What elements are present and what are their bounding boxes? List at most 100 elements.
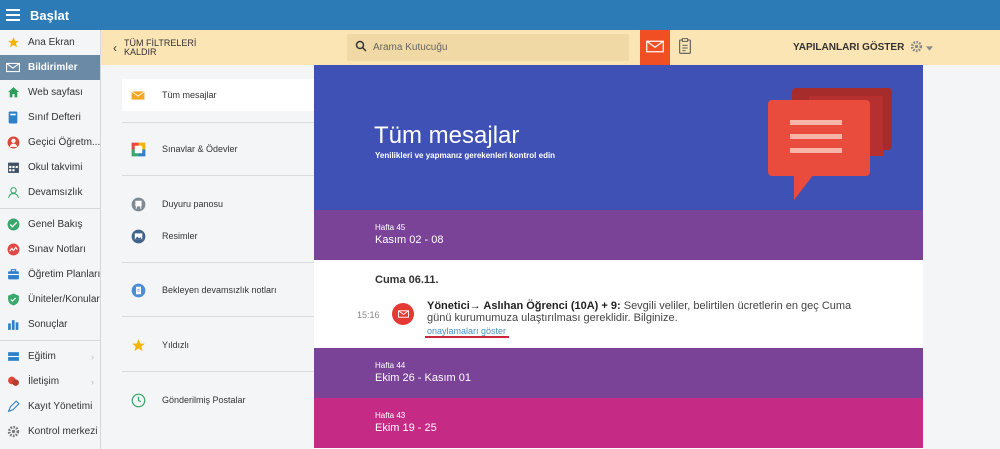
week-header-45[interactable]: Hafta 45 Kasım 02 - 08 bbox=[314, 210, 923, 260]
page-subtitle: Yenilikleri ve yapmanız gerekenleri kont… bbox=[375, 151, 556, 160]
sidebar-item-label: Sınıf Defteri bbox=[28, 112, 81, 123]
show-confirmations-link[interactable]: onaylamaları göster bbox=[427, 326, 506, 336]
week-number: Hafta 45 bbox=[375, 223, 406, 232]
sidebar-item-okul-takvimi[interactable]: Okul takvimi bbox=[0, 155, 100, 180]
sidebar-item-web-sayfasi[interactable]: Web sayfası bbox=[0, 80, 100, 105]
folder-bekleyen-devamsizlik[interactable]: Bekleyen devamsızlık notları bbox=[101, 274, 314, 306]
hamburger-menu-icon[interactable] bbox=[6, 0, 28, 30]
messages-tab[interactable] bbox=[640, 30, 670, 65]
remove-all-filters-button[interactable]: ‹ TÜM FİLTRELERİ KALDIR bbox=[101, 30, 206, 65]
sidebar-divider bbox=[0, 340, 100, 341]
sidebar-item-egitim[interactable]: Eğitim › bbox=[0, 344, 100, 369]
sidebar-item-kayit-yonetimi[interactable]: Kayıt Yönetimi bbox=[0, 394, 100, 419]
message-item[interactable]: Yönetici→ Aslıhan Öğrenci (10A) + 9: Sev… bbox=[427, 300, 857, 324]
show-completed-button[interactable]: YAPILANLARI GÖSTER bbox=[793, 30, 904, 65]
sidebar-item-uniteler-konular[interactable]: Üniteler/Konular bbox=[0, 287, 100, 312]
week-number: Hafta 44 bbox=[375, 361, 406, 370]
sidebar-item-kontrol-merkezi[interactable]: Kontrol merkezi bbox=[0, 419, 100, 444]
home-icon bbox=[6, 86, 20, 100]
sidebar-item-devamsizlik[interactable]: Devamsızlık bbox=[0, 180, 100, 205]
briefcase-icon bbox=[6, 268, 20, 282]
folder-label: Yıldızlı bbox=[162, 340, 190, 350]
sidebar-item-sinav-notlari[interactable]: Sınav Notları bbox=[0, 237, 100, 262]
search-icon bbox=[355, 40, 367, 55]
sidebar-item-genel-bakis[interactable]: Genel Bakış bbox=[0, 212, 100, 237]
folder-label: Gönderilmiş Postalar bbox=[162, 395, 246, 405]
sent-clock-icon bbox=[130, 392, 146, 408]
right-margin bbox=[923, 65, 1000, 449]
tasks-tab[interactable] bbox=[670, 30, 700, 65]
image-icon bbox=[130, 228, 146, 244]
sidebar-item-label: Web sayfası bbox=[28, 87, 83, 98]
sidebar-item-ogretim-planlari[interactable]: Öğretim Planları bbox=[0, 262, 100, 287]
week-header-43[interactable]: Hafta 43 Ekim 19 - 25 bbox=[314, 398, 923, 448]
clipboard-icon bbox=[679, 38, 691, 57]
hero-banner: Tüm mesajlar Yenilikleri ve yapmanız ger… bbox=[314, 65, 923, 210]
book-icon bbox=[6, 111, 20, 125]
week-range: Kasım 02 - 08 bbox=[375, 234, 444, 246]
chart-circle-icon bbox=[6, 243, 20, 257]
day-label: Cuma 06.11. bbox=[375, 274, 439, 286]
week-number: Hafta 43 bbox=[375, 411, 406, 420]
search-placeholder: Arama Kutucuğu bbox=[373, 42, 448, 53]
app-title[interactable]: Başlat bbox=[30, 8, 69, 23]
filter-bar: ‹ TÜM FİLTRELERİ KALDIR Arama Kutucuğu YA… bbox=[101, 30, 1000, 65]
sidebar-item-label: Sınav Notları bbox=[28, 244, 86, 255]
sidebar-item-label: Devamsızlık bbox=[28, 187, 83, 198]
sidebar: Ana Ekran Bildirimler Web sayfası Sınıf … bbox=[0, 30, 101, 449]
link-underline bbox=[425, 336, 509, 338]
envelope-icon bbox=[392, 303, 414, 325]
folder-label: Tüm mesajlar bbox=[162, 90, 217, 100]
sidebar-item-label: Bildirimler bbox=[28, 62, 78, 73]
pen-icon bbox=[6, 400, 20, 414]
sidebar-item-label: Sonuçlar bbox=[28, 319, 68, 330]
folder-duyuru-panosu[interactable]: Duyuru panosu bbox=[101, 188, 314, 220]
sidebar-item-gecici-ogretmen[interactable]: Geçici Öğretm... bbox=[0, 130, 100, 155]
board-icon bbox=[130, 196, 146, 212]
bar-chart-icon bbox=[6, 318, 20, 332]
sidebar-divider bbox=[0, 208, 100, 209]
sidebar-item-label: Eğitim bbox=[28, 351, 56, 362]
settings-dropdown[interactable] bbox=[910, 30, 933, 65]
sidebar-item-sinif-defteri[interactable]: Sınıf Defteri bbox=[0, 105, 100, 130]
week-range: Ekim 19 - 25 bbox=[375, 422, 437, 434]
week-header-44[interactable]: Hafta 44 Ekim 26 - Kasım 01 bbox=[314, 348, 923, 398]
star-icon bbox=[130, 337, 146, 353]
sidebar-item-sonuclar[interactable]: Sonuçlar bbox=[0, 312, 100, 337]
envelope-icon bbox=[130, 87, 146, 103]
envelope-icon bbox=[646, 40, 664, 56]
sidebar-item-label: Okul takvimi bbox=[28, 162, 83, 173]
folder-resimler[interactable]: Resimler bbox=[101, 220, 314, 252]
folder-label: Sınavlar & Ödevler bbox=[162, 144, 238, 154]
folder-sinavlar-odevler[interactable]: Sınavlar & Ödevler bbox=[101, 133, 314, 165]
person-outline-icon bbox=[6, 186, 20, 200]
chat-icon bbox=[6, 375, 20, 389]
message-time: 15:16 bbox=[357, 310, 380, 320]
chevron-right-icon: › bbox=[91, 351, 94, 362]
folder-label: Bekleyen devamsızlık notları bbox=[162, 285, 277, 295]
sidebar-item-label: Kontrol merkezi bbox=[28, 426, 98, 437]
sidebar-item-label: Ana Ekran bbox=[28, 37, 75, 48]
gear-icon bbox=[6, 425, 20, 439]
shield-icon bbox=[6, 293, 20, 307]
clipboard-icon bbox=[130, 282, 146, 298]
sidebar-item-iletisim[interactable]: İletişim › bbox=[0, 369, 100, 394]
folder-label: Duyuru panosu bbox=[162, 199, 224, 209]
folder-label: Resimler bbox=[162, 231, 198, 241]
folder-yildizli[interactable]: Yıldızlı bbox=[101, 329, 314, 361]
envelope-icon bbox=[6, 61, 20, 75]
week-range: Ekim 26 - Kasım 01 bbox=[375, 372, 471, 384]
top-bar: Başlat bbox=[0, 0, 1000, 30]
message-folders: Tüm mesajlar Sınavlar & Ödevler Duyuru p… bbox=[101, 65, 321, 449]
sidebar-item-bildirimler[interactable]: Bildirimler bbox=[0, 55, 100, 80]
folder-gonderilmis-postalar[interactable]: Gönderilmiş Postalar bbox=[101, 384, 314, 416]
sidebar-item-label: Genel Bakış bbox=[28, 219, 83, 230]
sidebar-item-ana-ekran[interactable]: Ana Ekran bbox=[0, 30, 100, 55]
sidebar-item-label: Kayıt Yönetimi bbox=[28, 401, 93, 412]
search-input[interactable]: Arama Kutucuğu bbox=[347, 34, 629, 61]
folder-tum-mesajlar[interactable]: Tüm mesajlar bbox=[122, 79, 321, 111]
calendar-icon bbox=[6, 161, 20, 175]
books-icon bbox=[6, 350, 20, 364]
sidebar-item-label: Öğretim Planları bbox=[28, 269, 100, 280]
speech-bubble-icon bbox=[764, 86, 894, 209]
